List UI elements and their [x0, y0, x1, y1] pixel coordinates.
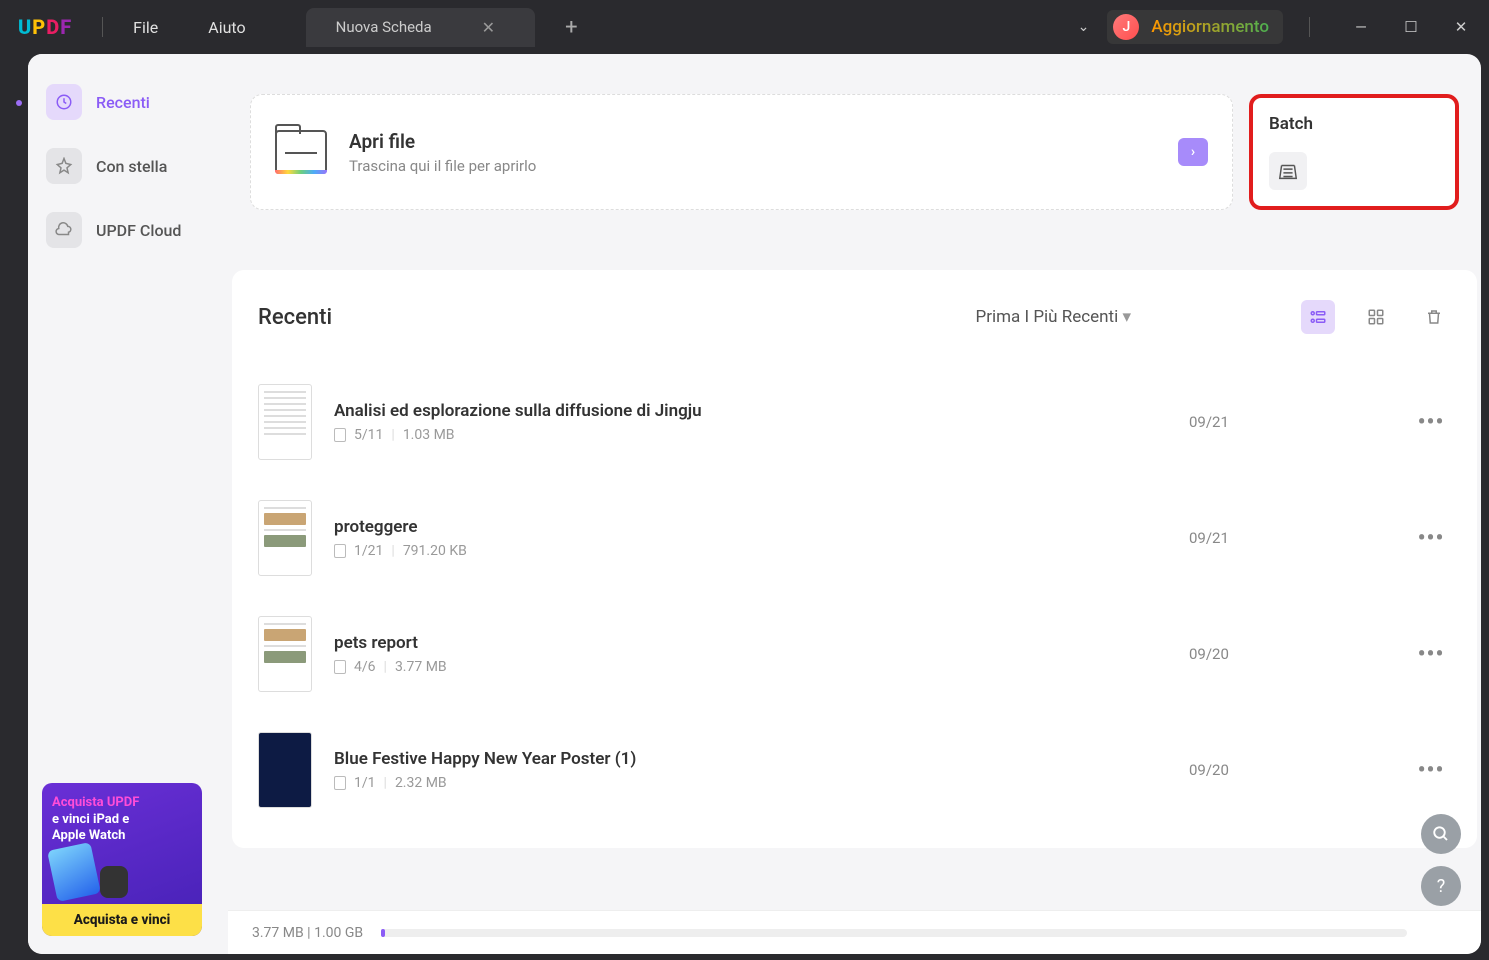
- help-button[interactable]: ?: [1421, 866, 1461, 906]
- recent-panel: Recenti Prima I Più Recenti Analisi ed: [232, 270, 1477, 848]
- file-meta: 5/11 | 1.03 MB: [334, 427, 1167, 443]
- sidebar-item-recent[interactable]: Recenti: [42, 78, 214, 126]
- window-controls: — ☐ ✕: [1351, 18, 1471, 36]
- divider: [1309, 17, 1310, 37]
- batch-card[interactable]: Batch: [1249, 94, 1459, 210]
- avatar: J: [1113, 14, 1139, 40]
- footer: 3.77 MB | 1.00 GB: [228, 910, 1481, 954]
- storage-bar: [381, 929, 1407, 937]
- sidebar-item-starred[interactable]: Con stella: [42, 142, 214, 190]
- search-button[interactable]: [1421, 814, 1461, 854]
- file-thumb: [258, 732, 312, 808]
- file-meta: 1/1 | 2.32 MB: [334, 775, 1167, 791]
- file-thumb: [258, 500, 312, 576]
- more-button[interactable]: •••: [1411, 642, 1451, 667]
- file-row[interactable]: Blue Festive Happy New Year Poster (1) 1…: [258, 712, 1451, 828]
- file-thumb: [258, 384, 312, 460]
- storage-text: 3.77 MB | 1.00 GB: [252, 925, 363, 941]
- chevron-down-icon[interactable]: ⌄: [1078, 19, 1090, 35]
- grid-view-button[interactable]: [1359, 300, 1393, 334]
- file-meta: 4/6 | 3.77 MB: [334, 659, 1167, 675]
- file-row[interactable]: proteggere 1/21 | 791.20 KB 09/21 •••: [258, 480, 1451, 596]
- more-button[interactable]: •••: [1411, 526, 1451, 551]
- trash-button[interactable]: [1417, 300, 1451, 334]
- close-button[interactable]: ✕: [1451, 18, 1471, 36]
- promo-title: Acquista UPDF e vinci iPad e Apple Watch: [52, 795, 192, 844]
- sidebar: Recenti Con stella UPDF Cloud Acquista U…: [28, 54, 228, 954]
- promo-image: [52, 850, 192, 898]
- new-tab-button[interactable]: +: [565, 15, 577, 40]
- batch-title: Batch: [1269, 114, 1439, 134]
- file-date: 09/20: [1189, 645, 1389, 663]
- batch-stack-icon[interactable]: [1269, 152, 1307, 190]
- titlebar: UPDF File Aiuto Nuova Scheda ✕ + ⌄ J Agg…: [0, 0, 1489, 54]
- clock-icon: [46, 84, 82, 120]
- open-file-subtitle: Trascina qui il file per aprirlo: [349, 157, 536, 175]
- pages-icon: [334, 660, 346, 674]
- file-date: 09/21: [1189, 529, 1389, 547]
- file-list: Analisi ed esplorazione sulla diffusione…: [258, 364, 1451, 828]
- sidebar-item-label: UPDF Cloud: [96, 221, 181, 240]
- minimize-button[interactable]: —: [1351, 18, 1371, 36]
- maximize-button[interactable]: ☐: [1401, 18, 1421, 36]
- more-button[interactable]: •••: [1411, 758, 1451, 783]
- menu-file[interactable]: File: [133, 18, 158, 37]
- file-row[interactable]: pets report 4/6 | 3.77 MB 09/20 •••: [258, 596, 1451, 712]
- file-date: 09/20: [1189, 761, 1389, 779]
- pages-icon: [334, 428, 346, 442]
- tab-new[interactable]: Nuova Scheda ✕: [306, 8, 535, 47]
- chevron-right-icon[interactable]: ›: [1178, 138, 1208, 166]
- recent-title: Recenti: [258, 305, 332, 330]
- file-thumb: [258, 616, 312, 692]
- workspace: Recenti Con stella UPDF Cloud Acquista U…: [28, 54, 1481, 954]
- main-content: Apri file Trascina qui il file per aprir…: [228, 54, 1481, 954]
- open-file-card[interactable]: Apri file Trascina qui il file per aprir…: [250, 94, 1233, 210]
- tab-title: Nuova Scheda: [336, 18, 432, 36]
- folder-icon: [275, 130, 327, 174]
- file-meta: 1/21 | 791.20 KB: [334, 543, 1167, 559]
- sidebar-item-label: Con stella: [96, 157, 167, 176]
- file-name: proteggere: [334, 517, 1167, 537]
- file-name: Analisi ed esplorazione sulla diffusione…: [334, 401, 1167, 421]
- file-date: 09/21: [1189, 413, 1389, 431]
- promo-banner[interactable]: Acquista UPDF e vinci iPad e Apple Watch…: [42, 783, 202, 936]
- app-logo: UPDF: [18, 15, 72, 39]
- file-row[interactable]: Analisi ed esplorazione sulla diffusione…: [258, 364, 1451, 480]
- sort-dropdown[interactable]: Prima I Più Recenti: [975, 307, 1131, 327]
- sidebar-item-label: Recenti: [96, 93, 150, 112]
- indicator-dot: [16, 100, 22, 106]
- menu-help[interactable]: Aiuto: [208, 18, 245, 37]
- sidebar-item-cloud[interactable]: UPDF Cloud: [42, 206, 214, 254]
- open-file-title: Apri file: [349, 130, 536, 153]
- pages-icon: [334, 544, 346, 558]
- file-name: pets report: [334, 633, 1167, 653]
- promo-cta[interactable]: Acquista e vinci: [42, 904, 202, 936]
- more-button[interactable]: •••: [1411, 410, 1451, 435]
- pages-icon: [334, 776, 346, 790]
- user-update-block[interactable]: J Aggiornamento: [1107, 10, 1283, 44]
- close-icon[interactable]: ✕: [482, 18, 495, 37]
- star-icon: [46, 148, 82, 184]
- update-label: Aggiornamento: [1151, 17, 1269, 37]
- file-name: Blue Festive Happy New Year Poster (1): [334, 749, 1167, 769]
- list-view-button[interactable]: [1301, 300, 1335, 334]
- cloud-icon: [46, 212, 82, 248]
- divider: [102, 17, 103, 37]
